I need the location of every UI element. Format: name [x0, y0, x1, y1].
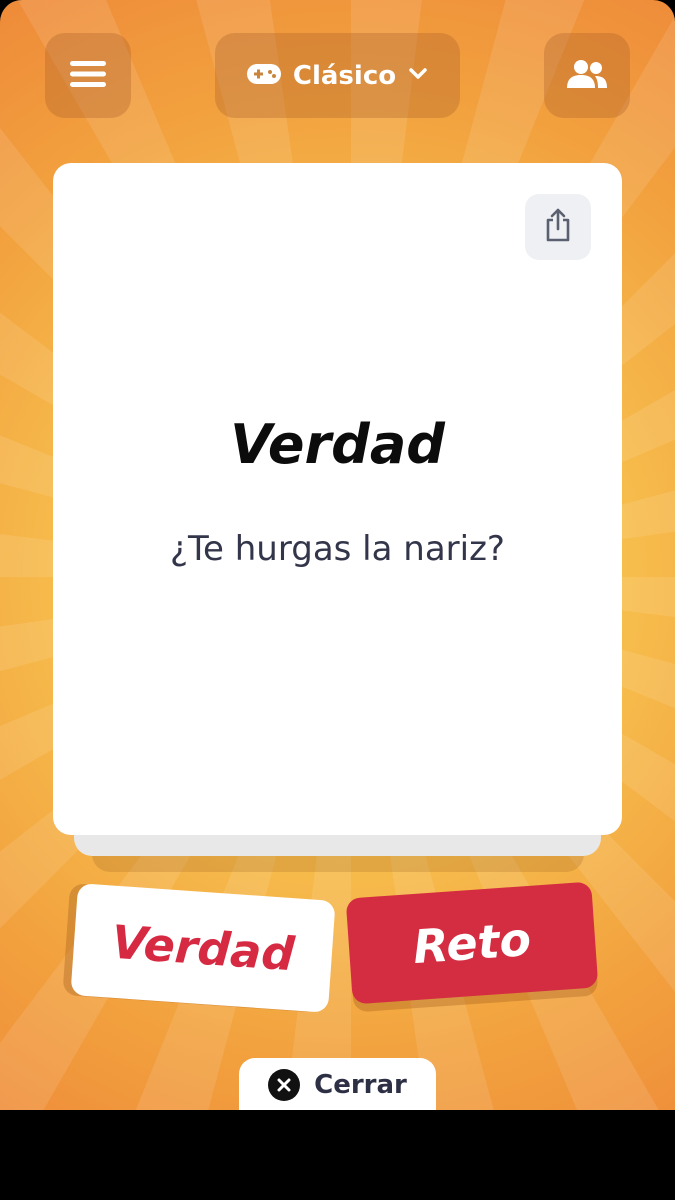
- question-card: Verdad ¿Te hurgas la nariz?: [53, 163, 622, 835]
- chevron-down-icon: [408, 66, 428, 85]
- hamburger-menu-icon: [70, 59, 106, 93]
- players-button[interactable]: [544, 33, 630, 118]
- game-mode-selector[interactable]: Clásico: [215, 33, 460, 118]
- truth-button[interactable]: Verdad: [70, 883, 336, 1013]
- dare-button[interactable]: Reto: [345, 881, 599, 1005]
- app-screen: Clásico Verdad ¿Te hurgas la nariz? Verd…: [0, 0, 675, 1110]
- card-type-title: Verdad: [230, 413, 445, 476]
- game-mode-label: Clásico: [292, 60, 397, 91]
- close-circle-icon: [268, 1069, 301, 1101]
- bottom-bar: [0, 1110, 675, 1200]
- gamepad-icon: [246, 63, 281, 89]
- users-icon: [565, 58, 609, 94]
- close-button[interactable]: Cerrar: [239, 1058, 436, 1110]
- card-question-text: ¿Te hurgas la nariz?: [170, 529, 505, 569]
- share-icon: [544, 208, 572, 246]
- share-button[interactable]: [525, 194, 591, 260]
- menu-button[interactable]: [45, 33, 131, 118]
- close-label: Cerrar: [314, 1070, 407, 1100]
